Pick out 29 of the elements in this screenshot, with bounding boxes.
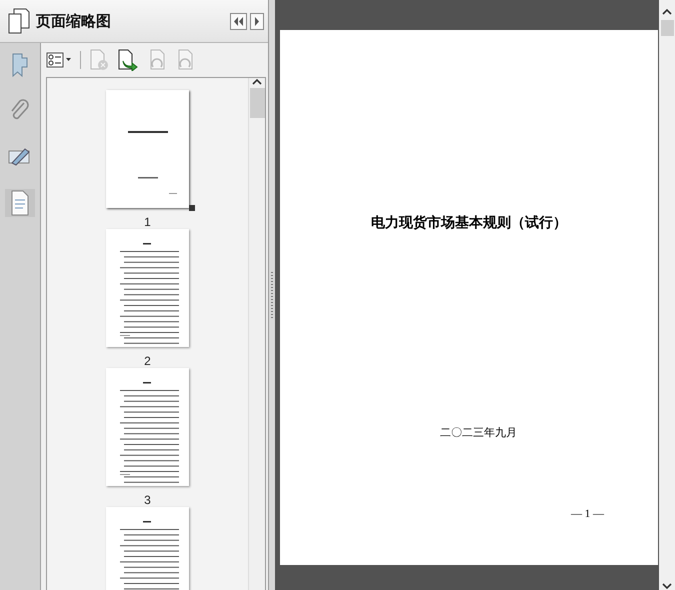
insert-page-icon xyxy=(117,49,139,71)
page-number: 3 xyxy=(144,493,151,507)
sidebar-tab[interactable] xyxy=(5,189,35,217)
page-thumbnail[interactable] xyxy=(106,368,189,486)
options-menu-icon xyxy=(46,52,72,68)
collapse-panel-icon[interactable] xyxy=(230,12,247,30)
expand-panel-icon[interactable] xyxy=(250,12,264,30)
scroll-up-icon[interactable] xyxy=(252,78,262,86)
page-footer-number: — 1 — xyxy=(571,508,605,520)
panel-title: 页面缩略图 xyxy=(36,12,112,30)
page-thumbnail[interactable] xyxy=(106,229,189,347)
bookmark-icon xyxy=(11,52,29,78)
document-title: 电力现货市场基本规则（试行） xyxy=(371,214,567,232)
scrollbar-thumb[interactable] xyxy=(250,88,264,118)
page-text-drawing xyxy=(120,521,179,590)
page-icon xyxy=(10,190,30,216)
page-number: 2 xyxy=(144,354,151,368)
pages-panel-icon xyxy=(8,8,30,34)
scrollbar-thumb[interactable] xyxy=(660,20,674,36)
page-thumbnail[interactable] xyxy=(106,90,189,208)
scroll-down-icon[interactable] xyxy=(662,582,672,590)
page-text-drawing xyxy=(128,131,177,194)
page-number: 1 xyxy=(144,215,151,229)
scroll-up-icon[interactable] xyxy=(662,8,672,16)
delete-page-icon xyxy=(89,49,109,71)
toolbar-button[interactable] xyxy=(117,49,139,71)
document-date: 二〇二三年九月 xyxy=(440,426,518,440)
resize-handle[interactable] xyxy=(189,205,195,211)
page-thumbnail[interactable] xyxy=(106,507,189,590)
